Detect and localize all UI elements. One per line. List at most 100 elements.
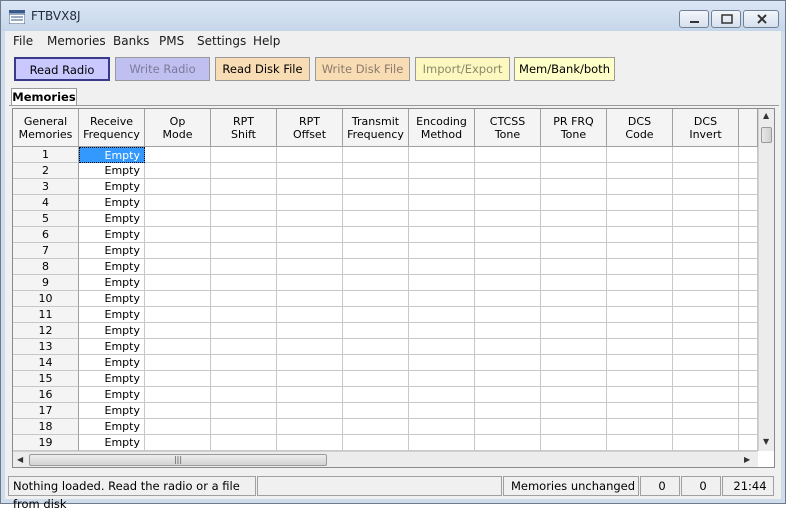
table-cell[interactable] xyxy=(409,211,475,227)
table-cell[interactable] xyxy=(607,355,673,371)
table-cell[interactable] xyxy=(607,259,673,275)
table-cell[interactable] xyxy=(145,195,211,211)
row-header[interactable]: 12 xyxy=(13,323,79,339)
table-cell[interactable] xyxy=(475,147,541,163)
table-cell[interactable] xyxy=(277,227,343,243)
table-cell[interactable] xyxy=(409,323,475,339)
table-cell[interactable] xyxy=(343,259,409,275)
table-cell[interactable] xyxy=(277,387,343,403)
table-cell[interactable] xyxy=(343,435,409,451)
menu-help[interactable]: Help xyxy=(253,34,280,48)
table-cell[interactable] xyxy=(541,163,607,179)
col-header-rpt-offset[interactable]: RPT Offset xyxy=(277,109,343,147)
menu-pms[interactable]: PMS xyxy=(159,34,184,48)
receive-frequency-cell[interactable]: Empty xyxy=(79,323,145,339)
table-cell[interactable] xyxy=(541,339,607,355)
col-header-pr-frq-tone[interactable]: PR FRQ Tone xyxy=(541,109,607,147)
table-cell[interactable] xyxy=(475,291,541,307)
row-header[interactable]: 2 xyxy=(13,163,79,179)
row-header[interactable]: 1 xyxy=(13,147,79,163)
table-cell[interactable] xyxy=(607,339,673,355)
table-cell[interactable] xyxy=(739,163,758,179)
horizontal-scroll-thumb[interactable]: ||| xyxy=(29,454,327,466)
table-cell[interactable] xyxy=(277,179,343,195)
table-cell[interactable] xyxy=(739,211,758,227)
table-cell[interactable] xyxy=(277,403,343,419)
table-cell[interactable] xyxy=(145,419,211,435)
table-cell[interactable] xyxy=(607,211,673,227)
table-cell[interactable] xyxy=(409,147,475,163)
table-cell[interactable] xyxy=(277,243,343,259)
close-button[interactable] xyxy=(743,10,779,28)
table-cell[interactable] xyxy=(739,227,758,243)
table-cell[interactable] xyxy=(475,179,541,195)
table-cell[interactable] xyxy=(211,227,277,243)
table-cell[interactable] xyxy=(739,323,758,339)
table-cell[interactable] xyxy=(541,211,607,227)
table-cell[interactable] xyxy=(409,291,475,307)
table-cell[interactable] xyxy=(739,243,758,259)
table-cell[interactable] xyxy=(541,227,607,243)
table-cell[interactable] xyxy=(277,435,343,451)
table-cell[interactable] xyxy=(673,387,739,403)
table-cell[interactable] xyxy=(739,355,758,371)
table-cell[interactable] xyxy=(145,163,211,179)
table-cell[interactable] xyxy=(211,243,277,259)
table-cell[interactable] xyxy=(409,179,475,195)
table-cell[interactable] xyxy=(211,163,277,179)
table-cell[interactable] xyxy=(607,227,673,243)
table-cell[interactable] xyxy=(475,403,541,419)
row-header[interactable]: 11 xyxy=(13,307,79,323)
table-cell[interactable] xyxy=(409,355,475,371)
table-cell[interactable] xyxy=(277,291,343,307)
table-cell[interactable] xyxy=(475,211,541,227)
table-cell[interactable] xyxy=(145,355,211,371)
receive-frequency-cell[interactable]: Empty xyxy=(79,371,145,387)
table-cell[interactable] xyxy=(607,307,673,323)
scroll-up-icon[interactable]: ▲ xyxy=(763,111,769,120)
table-cell[interactable] xyxy=(409,227,475,243)
row-header[interactable]: 10 xyxy=(13,291,79,307)
read-disk-file-button[interactable]: Read Disk File xyxy=(215,57,310,81)
table-cell[interactable] xyxy=(475,419,541,435)
scroll-left-icon[interactable]: ◀ xyxy=(17,455,23,464)
table-cell[interactable] xyxy=(739,339,758,355)
table-cell[interactable] xyxy=(739,435,758,451)
row-header[interactable]: 4 xyxy=(13,195,79,211)
table-cell[interactable] xyxy=(673,435,739,451)
table-cell[interactable] xyxy=(211,419,277,435)
table-cell[interactable] xyxy=(739,275,758,291)
table-cell[interactable] xyxy=(541,323,607,339)
table-cell[interactable] xyxy=(343,243,409,259)
table-cell[interactable] xyxy=(145,339,211,355)
menu-file[interactable]: File xyxy=(13,34,33,48)
table-cell[interactable] xyxy=(211,339,277,355)
table-cell[interactable] xyxy=(277,355,343,371)
table-cell[interactable] xyxy=(541,259,607,275)
table-cell[interactable] xyxy=(409,307,475,323)
table-cell[interactable] xyxy=(409,403,475,419)
table-cell[interactable] xyxy=(673,323,739,339)
table-cell[interactable] xyxy=(211,291,277,307)
col-header-transmit-frequency[interactable]: Transmit Frequency xyxy=(343,109,409,147)
table-cell[interactable] xyxy=(343,419,409,435)
row-header[interactable]: 8 xyxy=(13,259,79,275)
table-cell[interactable] xyxy=(343,307,409,323)
col-header-general-memories[interactable]: General Memories xyxy=(13,109,79,147)
receive-frequency-cell[interactable]: Empty xyxy=(79,291,145,307)
table-cell[interactable] xyxy=(343,163,409,179)
table-cell[interactable] xyxy=(409,419,475,435)
table-cell[interactable] xyxy=(409,163,475,179)
table-cell[interactable] xyxy=(145,243,211,259)
table-cell[interactable] xyxy=(145,371,211,387)
table-cell[interactable] xyxy=(673,211,739,227)
table-cell[interactable] xyxy=(673,163,739,179)
table-cell[interactable] xyxy=(277,339,343,355)
table-cell[interactable] xyxy=(541,355,607,371)
col-header-dcs-code[interactable]: DCS Code xyxy=(607,109,673,147)
row-header[interactable]: 9 xyxy=(13,275,79,291)
receive-frequency-cell[interactable]: Empty xyxy=(79,419,145,435)
table-cell[interactable] xyxy=(211,211,277,227)
maximize-button[interactable] xyxy=(711,10,741,28)
row-header[interactable]: 15 xyxy=(13,371,79,387)
